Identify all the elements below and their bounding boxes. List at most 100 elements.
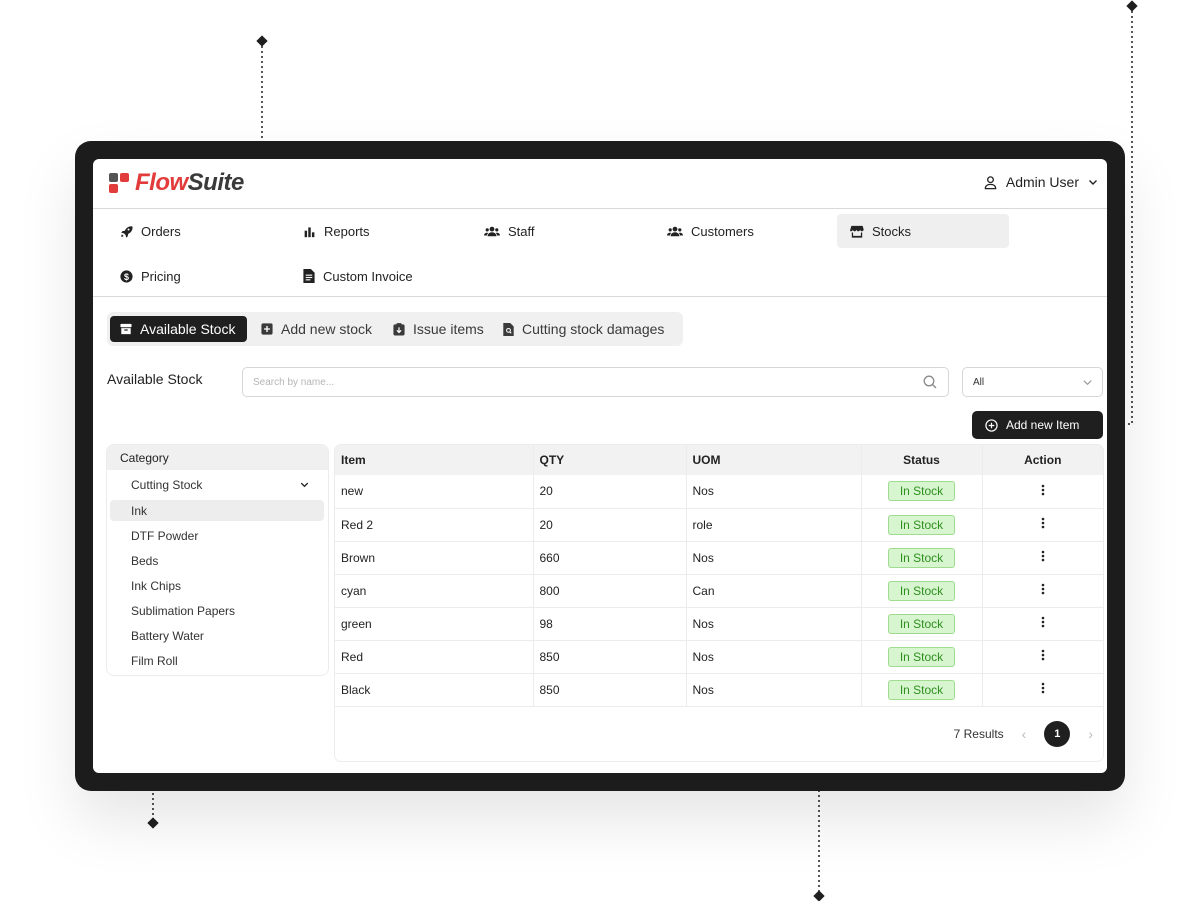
app-screen: FlowSuite Admin User Orders Reports Staf… xyxy=(93,159,1107,773)
table-row[interactable]: Black 850 Nos In Stock xyxy=(335,673,1103,706)
nav-item-label: Customers xyxy=(691,223,754,239)
prev-page-icon[interactable]: ‹ xyxy=(1022,726,1027,742)
status-badge: In Stock xyxy=(887,613,956,634)
cell-uom: Nos xyxy=(686,541,862,574)
page-button[interactable]: 1 xyxy=(1044,721,1071,747)
category-item-ink-chips[interactable]: Ink Chips xyxy=(110,575,324,596)
column-header-action: Action xyxy=(1024,453,1062,467)
status-badge: In Stock xyxy=(887,646,956,667)
cell-status: In Stock xyxy=(861,574,983,607)
nav-item-customers[interactable]: Customers xyxy=(657,214,827,248)
cell-action xyxy=(982,475,1103,508)
column-header-qty[interactable]: QTY xyxy=(533,445,687,475)
cell-qty: 20 xyxy=(533,475,687,508)
cell-qty: 660 xyxy=(533,541,687,574)
stock-table: Item QTY UOM Status Action new 20 Nos In St… xyxy=(335,445,1103,707)
more-options-icon[interactable] xyxy=(1041,550,1045,565)
status-badge: In Stock xyxy=(887,580,956,601)
app-header: FlowSuite Admin User xyxy=(93,159,1107,209)
table-body: new 20 Nos In Stock Red 2 20 role In Stock Brown… xyxy=(335,475,1103,706)
category-item-beds[interactable]: Beds xyxy=(110,550,324,571)
cell-qty: 850 xyxy=(533,673,687,706)
more-options-icon[interactable] xyxy=(1041,484,1045,499)
brand-name-part2: Suite xyxy=(187,169,245,196)
status-badge: In Stock xyxy=(887,481,956,502)
status-badge: In Stock xyxy=(887,679,956,700)
status-badge: In Stock xyxy=(887,514,956,535)
user-icon xyxy=(984,175,997,189)
table-row[interactable]: Brown 660 Nos In Stock xyxy=(335,541,1103,574)
cell-uom: role xyxy=(686,508,862,541)
table-row[interactable]: cyan 800 Can In Stock xyxy=(335,574,1103,607)
tab-add-new-stock[interactable]: Add new stock xyxy=(251,316,382,342)
category-item-film-roll[interactable]: Film Roll xyxy=(110,650,324,671)
search-icon xyxy=(923,375,937,389)
category-panel: Category Cutting Stock Ink DTF Powder Be… xyxy=(107,445,328,675)
category-item-ink[interactable]: Ink xyxy=(110,500,324,521)
cell-qty: 20 xyxy=(533,508,687,541)
category-item-sublimation-papers[interactable]: Sublimation Papers xyxy=(110,600,324,621)
marketing-stage: FlowSuite Admin User Orders Reports Staf… xyxy=(0,0,1200,901)
add-new-item-button[interactable]: Add new Item xyxy=(972,411,1103,439)
status-filter-select[interactable]: All xyxy=(962,367,1103,397)
laptop-frame: FlowSuite Admin User Orders Reports Staf… xyxy=(75,141,1125,791)
logo-mark-icon xyxy=(109,173,129,193)
tab-issue-items[interactable]: Issue items xyxy=(383,316,494,342)
column-header-status[interactable]: Status xyxy=(861,445,983,475)
category-item-battery-water[interactable]: Battery Water xyxy=(110,625,324,646)
nav-item-reports[interactable]: Reports xyxy=(293,214,463,248)
add-button-label: Add new Item xyxy=(1006,418,1080,432)
user-name: Admin User xyxy=(1005,174,1079,190)
plus-circle-icon xyxy=(985,418,998,432)
category-group-cutting-stock[interactable]: Cutting Stock xyxy=(110,474,324,495)
nav-item-pricing[interactable]: $ Pricing xyxy=(110,259,280,293)
nav-item-label: Reports xyxy=(324,223,370,239)
nav-item-stocks[interactable]: Stocks xyxy=(837,214,1009,248)
more-options-icon[interactable] xyxy=(1041,682,1045,697)
plus-square-icon xyxy=(261,323,273,335)
column-header-uom[interactable]: UOM xyxy=(686,445,862,475)
cell-status: In Stock xyxy=(861,607,983,640)
brand-logo[interactable]: FlowSuite xyxy=(109,169,244,197)
select-value: All xyxy=(973,377,985,388)
more-options-icon[interactable] xyxy=(1041,649,1045,664)
main-nav: Orders Reports Staff Customers Stocks $ … xyxy=(93,210,1107,297)
nav-item-custom-invoice[interactable]: Custom Invoice xyxy=(293,259,463,293)
tab-cutting-stock-damages[interactable]: Cutting stock damages xyxy=(493,316,674,342)
cell-action xyxy=(982,574,1103,607)
nav-item-orders[interactable]: Orders xyxy=(110,214,280,248)
nav-item-label: Staff xyxy=(508,223,535,239)
nav-item-staff[interactable]: Staff xyxy=(474,214,644,248)
cell-action xyxy=(982,673,1103,706)
cell-status: In Stock xyxy=(861,673,983,706)
table-row[interactable]: new 20 Nos In Stock xyxy=(335,475,1103,508)
nav-item-label: Custom Invoice xyxy=(323,268,413,284)
cell-uom: Nos xyxy=(686,475,862,508)
users-icon xyxy=(667,226,683,236)
cell-status: In Stock xyxy=(861,640,983,673)
next-page-icon[interactable]: › xyxy=(1088,726,1093,742)
category-item-dtf-powder[interactable]: DTF Powder xyxy=(110,525,324,546)
cell-item: green xyxy=(335,607,534,640)
cell-uom: Nos xyxy=(686,607,862,640)
more-options-icon[interactable] xyxy=(1041,583,1045,598)
cell-item: Red 2 xyxy=(335,508,534,541)
cell-action xyxy=(982,541,1103,574)
more-options-icon[interactable] xyxy=(1041,616,1045,631)
archive-icon xyxy=(120,323,132,335)
cell-action xyxy=(982,607,1103,640)
column-header-item[interactable]: Item xyxy=(335,445,534,475)
table-row[interactable]: green 98 Nos In Stock xyxy=(335,607,1103,640)
tab-available-stock[interactable]: Available Stock xyxy=(110,316,247,342)
more-options-icon[interactable] xyxy=(1041,517,1045,532)
search-input[interactable] xyxy=(253,374,913,391)
table-row[interactable]: Red 2 20 role In Stock xyxy=(335,508,1103,541)
document-icon xyxy=(303,269,315,283)
user-menu[interactable]: Admin User xyxy=(983,174,1099,190)
search-box[interactable] xyxy=(242,367,949,397)
rocket-icon xyxy=(121,225,133,238)
cell-uom: Nos xyxy=(686,640,862,673)
pagination: 7 Results ‹ 1 › xyxy=(954,721,1093,747)
table-row[interactable]: Red 850 Nos In Stock xyxy=(335,640,1103,673)
store-icon xyxy=(850,225,864,238)
